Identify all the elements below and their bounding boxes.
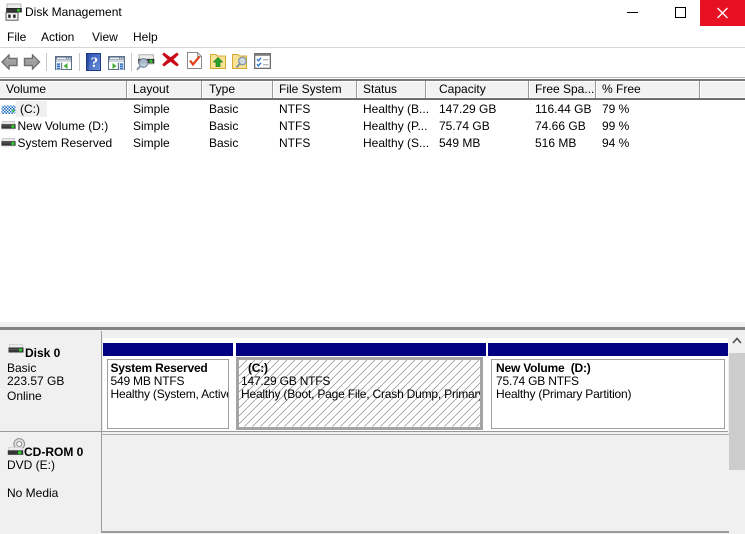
svg-text:?: ?	[91, 55, 99, 71]
